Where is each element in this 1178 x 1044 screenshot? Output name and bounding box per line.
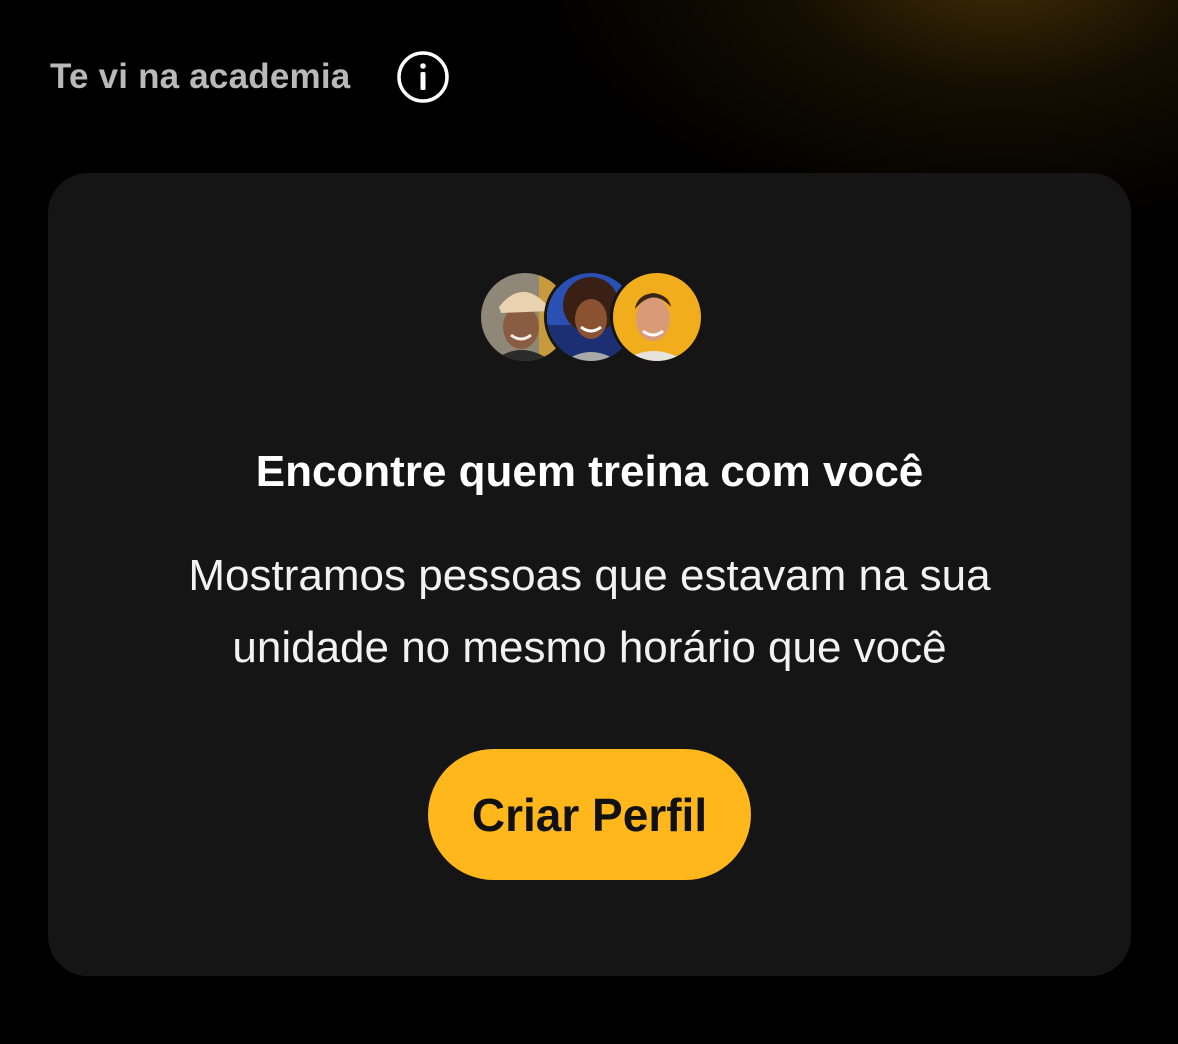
find-gym-mates-card: Encontre quem treina com você Mostramos … (48, 173, 1131, 976)
section-header: Te vi na academia (50, 46, 450, 108)
card-description: Mostramos pessoas que estavam na sua uni… (108, 540, 1071, 684)
description-line: unidade no mesmo horário que você (232, 623, 947, 672)
info-icon[interactable] (396, 50, 450, 104)
description-line: Mostramos pessoas que estavam na sua (188, 551, 991, 600)
section-title: Te vi na academia (50, 57, 351, 96)
avatar-group (478, 270, 704, 364)
create-profile-button[interactable]: Criar Perfil (428, 749, 751, 880)
card-title: Encontre quem treina com você (255, 447, 924, 496)
avatar (610, 270, 704, 364)
